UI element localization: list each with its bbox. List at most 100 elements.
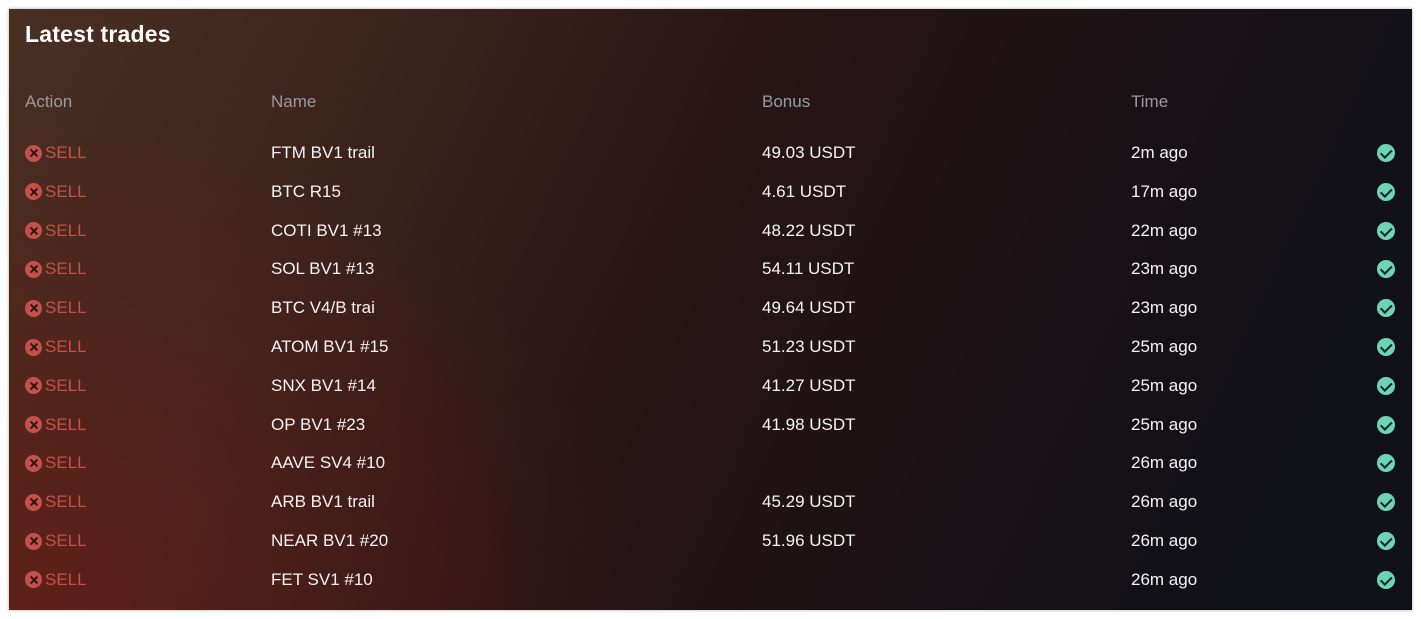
action-cell: SELL [25, 334, 87, 360]
check-circle-icon [1377, 144, 1395, 162]
table-row: SELL AAVE SV4 #10 26m ago [9, 450, 1412, 480]
table-row: SELL SNX BV1 #14 41.27 USDT 25m ago [9, 373, 1412, 403]
x-circle-icon [25, 377, 42, 395]
trade-bonus: 54.11 USDT [762, 259, 855, 279]
trade-time: 25m ago [1131, 337, 1198, 356]
x-circle-icon [25, 222, 42, 240]
trade-name: BTC V4/B trai [271, 298, 375, 318]
trade-bonus: 41.27 USDT [762, 375, 856, 395]
trade-name: ATOM BV1 #15 [271, 337, 389, 356]
table-row: SELL BTC V4/B trai 49.64 USDT 23m ago [9, 295, 1412, 325]
column-header-bonus: Bonus [762, 92, 811, 111]
action-cell: SELL [25, 256, 87, 282]
x-circle-icon [25, 454, 42, 472]
trade-name: SOL BV1 #13 [271, 259, 375, 279]
trade-name: FTM BV1 trail [271, 143, 375, 162]
check-circle-icon [1377, 260, 1395, 279]
action-cell: SELL [25, 567, 87, 593]
trade-name: FET SV1 #10 [271, 569, 373, 589]
x-circle-icon [25, 571, 42, 589]
table-row: SELL SOL BV1 #13 54.11 USDT 23m ago [9, 256, 1412, 286]
trade-name: BTC R15 [271, 181, 341, 201]
trade-time: 26m ago [1131, 453, 1198, 473]
action-cell: SELL [25, 373, 87, 399]
check-circle-icon [1377, 570, 1395, 589]
trade-time: 26m ago [1131, 492, 1198, 512]
table-row: SELL COTI BV1 #13 48.22 USDT 22m ago [9, 218, 1412, 248]
x-circle-icon [25, 299, 42, 317]
check-circle-icon [1377, 493, 1395, 512]
action-label: SELL [45, 259, 87, 279]
table-row: SELL NEAR BV1 #20 51.96 USDT 26m ago [9, 528, 1412, 558]
trade-bonus: 45.29 USDT [762, 492, 856, 512]
trade-time: 23m ago [1131, 259, 1198, 279]
trade-time: 2m ago [1131, 143, 1188, 162]
trade-name: NEAR BV1 #20 [271, 531, 389, 550]
trade-bonus: 51.96 USDT [762, 531, 856, 550]
table-header: Action Name Bonus Time [9, 89, 1412, 119]
action-cell: SELL [25, 140, 87, 166]
trade-name: ARB BV1 trail [271, 492, 375, 512]
column-header-action: Action [25, 92, 73, 111]
trade-bonus: 49.03 USDT [762, 143, 856, 162]
action-cell: SELL [25, 450, 87, 476]
check-circle-icon [1377, 182, 1395, 201]
check-circle-icon [1377, 338, 1395, 356]
x-circle-icon [25, 183, 42, 201]
action-cell: SELL [25, 528, 87, 554]
action-label: SELL [45, 569, 87, 589]
x-circle-icon [25, 144, 42, 162]
panel-title: Latest trades [25, 21, 171, 47]
action-label: SELL [45, 414, 87, 434]
x-circle-icon [25, 260, 42, 278]
check-circle-icon [1377, 299, 1395, 318]
trade-bonus: 49.64 USDT [762, 298, 856, 318]
action-label: SELL [45, 453, 87, 473]
trade-bonus: 48.22 USDT [762, 220, 856, 240]
action-label: SELL [45, 337, 87, 356]
trade-time: 22m ago [1131, 220, 1198, 240]
trade-time: 26m ago [1131, 531, 1198, 550]
trade-name: AAVE SV4 #10 [271, 453, 386, 473]
action-cell: SELL [25, 412, 87, 438]
table-row: SELL ATOM BV1 #15 51.23 USDT 25m ago [9, 334, 1412, 364]
table-row: SELL ARB BV1 trail 45.29 USDT 26m ago [9, 489, 1412, 519]
column-header-time: Time [1131, 92, 1169, 111]
trade-bonus: 4.61 USDT [762, 181, 847, 201]
x-circle-icon [25, 338, 42, 356]
x-circle-icon [25, 416, 42, 434]
trade-bonus: 51.23 USDT [762, 337, 856, 356]
trade-name: COTI BV1 #13 [271, 220, 382, 240]
trade-name: SNX BV1 #14 [271, 375, 376, 395]
table-row: SELL BTC R15 4.61 USDT 17m ago [9, 179, 1412, 209]
action-label: SELL [45, 492, 87, 512]
action-label: SELL [45, 181, 87, 201]
action-label: SELL [45, 375, 87, 395]
trade-name: OP BV1 #23 [271, 414, 366, 434]
check-circle-icon [1377, 532, 1395, 550]
check-circle-icon [1377, 415, 1395, 434]
x-circle-icon [25, 532, 42, 550]
action-label: SELL [45, 298, 87, 318]
trade-time: 17m ago [1131, 181, 1198, 201]
action-label: SELL [45, 143, 87, 162]
latest-trades-panel: Latest trades Action Name Bonus Time SEL… [9, 9, 1412, 610]
action-cell: SELL [25, 489, 87, 515]
action-label: SELL [45, 220, 87, 240]
table-row: SELL OP BV1 #23 41.98 USDT 25m ago [9, 412, 1412, 442]
column-header-name: Name [271, 92, 317, 111]
trade-bonus: 41.98 USDT [762, 414, 856, 434]
check-circle-icon [1377, 221, 1395, 240]
action-cell: SELL [25, 179, 87, 205]
action-cell: SELL [25, 218, 87, 244]
table-row: SELL FTM BV1 trail 49.03 USDT 2m ago [9, 140, 1412, 170]
check-circle-icon [1377, 454, 1395, 473]
table-row: SELL FET SV1 #10 26m ago [9, 567, 1412, 597]
trade-time: 25m ago [1131, 375, 1198, 395]
trade-time: 25m ago [1131, 414, 1198, 434]
action-label: SELL [45, 531, 87, 550]
x-circle-icon [25, 493, 42, 511]
trade-time: 26m ago [1131, 569, 1198, 589]
trade-time: 23m ago [1131, 298, 1198, 318]
action-cell: SELL [25, 295, 87, 321]
